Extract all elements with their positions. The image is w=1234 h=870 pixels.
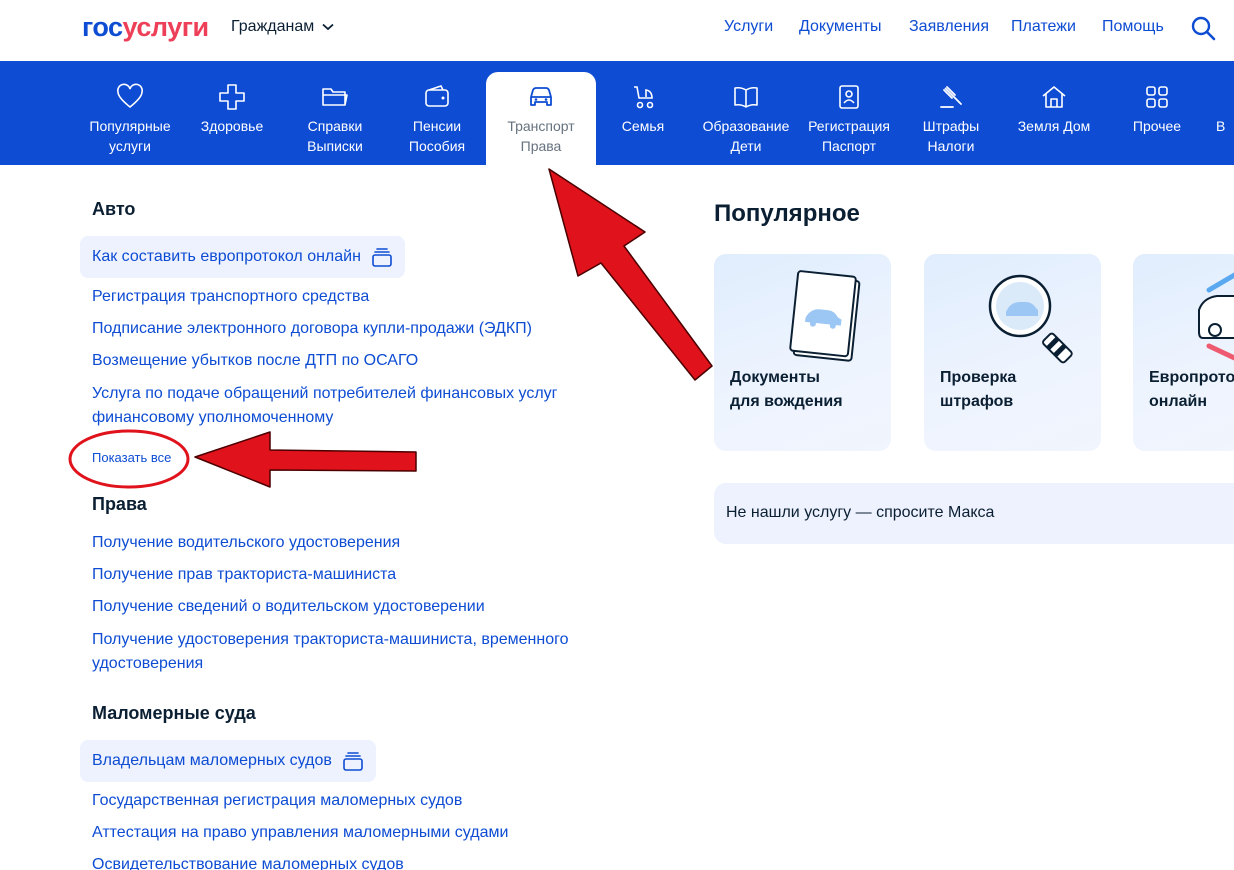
- documents-illustration: [789, 270, 861, 362]
- link-financial-ombudsman[interactable]: Услуга по подаче обращений потребителей …: [92, 382, 558, 406]
- link-driver-license[interactable]: Получение водительского удостоверения: [92, 531, 400, 555]
- popular-title: Популярное: [714, 200, 860, 227]
- category-label: Образование Дети: [702, 118, 790, 154]
- nav-link-applications[interactable]: Заявления: [909, 18, 989, 36]
- nav-link-services[interactable]: Услуги: [724, 18, 773, 36]
- top-header: госуслуги Гражданам Услуги Документы Зая…: [0, 0, 1234, 60]
- nav-link-help[interactable]: Помощь: [1102, 18, 1164, 36]
- category-bar: Популярные услуги Здоровье Справки Выпис…: [0, 61, 1234, 165]
- boat-owners-chip[interactable]: Владельцам маломерных судов: [80, 740, 376, 782]
- card-driving-documents[interactable]: Документы для вождения: [714, 254, 891, 451]
- stack-icon: [372, 248, 392, 267]
- category-label: Транспорт Права: [507, 118, 575, 154]
- stroller-icon: [634, 86, 654, 109]
- nav-link-documents[interactable]: Документы: [799, 18, 881, 36]
- stack-icon: [343, 752, 363, 771]
- chevron-down-icon: [322, 23, 334, 31]
- chip-label: Как составить европротокол онлайн: [92, 248, 361, 265]
- link-financial-ombudsman-cont[interactable]: финансовому уполномоченному: [92, 406, 333, 430]
- category-registration[interactable]: Регистрация Паспорт: [800, 61, 898, 165]
- audience-dropdown[interactable]: Гражданам: [231, 18, 334, 36]
- card-caption: Документы для вождения: [730, 369, 843, 410]
- category-label: Пенсии Пособия: [408, 118, 466, 154]
- link-tractor-license[interactable]: Получение прав тракториста-машиниста: [92, 563, 396, 587]
- category-label: Прочее: [1132, 118, 1182, 134]
- book-icon: [734, 86, 758, 108]
- house-icon: [1042, 86, 1066, 108]
- category-label: Регистрация Паспорт: [808, 118, 890, 154]
- category-pensions[interactable]: Пенсии Пособия: [394, 61, 480, 165]
- link-boat-certification[interactable]: Аттестация на право управления маломерны…: [92, 821, 508, 845]
- link-temp-tractor-license-cont[interactable]: удостоверения: [92, 652, 203, 676]
- annotation-arrow-up: [548, 168, 713, 381]
- category-label: Справки Выписки: [307, 118, 363, 154]
- category-certificates[interactable]: Справки Выписки: [292, 61, 378, 165]
- category-other[interactable]: Прочее: [1114, 61, 1200, 165]
- wallet-icon: [425, 85, 449, 107]
- chip-label: Владельцам маломерных судов: [92, 752, 332, 769]
- gosuslugi-logo[interactable]: госуслуги: [82, 12, 209, 43]
- category-label: Здоровье: [200, 118, 264, 134]
- grid-icon: [1146, 86, 1168, 108]
- search-icon[interactable]: [1190, 15, 1216, 41]
- category-family[interactable]: Семья: [604, 61, 682, 165]
- nav-link-payments[interactable]: Платежи: [1011, 18, 1076, 36]
- medical-cross-icon: [219, 84, 245, 110]
- logo-part-gos: гос: [82, 12, 123, 42]
- show-all-link[interactable]: Показать все: [92, 450, 171, 465]
- link-edkp[interactable]: Подписание электронного договора купли-п…: [92, 317, 532, 341]
- crash-illustration: [1198, 272, 1234, 361]
- category-label: Популярные услуги: [89, 118, 171, 154]
- link-boat-inspection[interactable]: Освидетельствование маломерных судов: [92, 853, 404, 870]
- category-education[interactable]: Образование Дети: [696, 61, 796, 165]
- logo-part-uslugi: услуги: [122, 12, 210, 42]
- heart-icon: [117, 83, 143, 109]
- ask-max-banner[interactable]: Не нашли услугу — спросите Макса: [714, 483, 1234, 544]
- card-caption: Проверка штрафов: [940, 369, 1017, 410]
- car-icon: [530, 87, 552, 106]
- link-temp-tractor-license[interactable]: Получение удостоверения тракториста-маши…: [92, 628, 568, 652]
- folder-icon: [322, 88, 348, 106]
- gavel-icon: [940, 86, 962, 108]
- category-label: В: [1216, 118, 1226, 134]
- section-title-boats: Маломерные суда: [92, 703, 256, 723]
- passport-icon: [839, 85, 859, 109]
- card-check-fines[interactable]: Проверка штрафов: [924, 254, 1101, 451]
- link-boat-registration[interactable]: Государственная регистрация маломерных с…: [92, 789, 462, 813]
- category-fines[interactable]: Штрафы Налоги: [910, 61, 992, 165]
- link-vehicle-registration[interactable]: Регистрация транспортного средства: [92, 285, 369, 309]
- link-license-info[interactable]: Получение сведений о водительском удосто…: [92, 595, 485, 619]
- link-osago[interactable]: Возмещение убытков после ДТП по ОСАГО: [92, 349, 418, 373]
- category-label: Семья: [621, 118, 665, 134]
- category-popular[interactable]: Популярные услуги: [78, 61, 182, 165]
- audience-label: Гражданам: [231, 18, 315, 35]
- category-label: Штрафы Налоги: [922, 118, 980, 154]
- europrotocol-chip[interactable]: Как составить европротокол онлайн: [80, 236, 405, 278]
- category-land-house[interactable]: Земля Дом: [1008, 61, 1100, 165]
- section-title-auto: Авто: [92, 199, 136, 219]
- category-partial[interactable]: В: [1216, 61, 1234, 165]
- annotation-arrow-left: [194, 431, 417, 488]
- category-label: Земля Дом: [1017, 118, 1091, 134]
- card-caption: Европротокол онлайн: [1149, 369, 1234, 410]
- category-transport[interactable]: Транспорт Права: [486, 72, 596, 165]
- card-europrotocol[interactable]: Европротокол онлайн: [1133, 254, 1234, 451]
- section-title-rights: Права: [92, 494, 147, 514]
- magnifier-illustration: [988, 274, 1073, 364]
- category-health[interactable]: Здоровье: [190, 61, 274, 165]
